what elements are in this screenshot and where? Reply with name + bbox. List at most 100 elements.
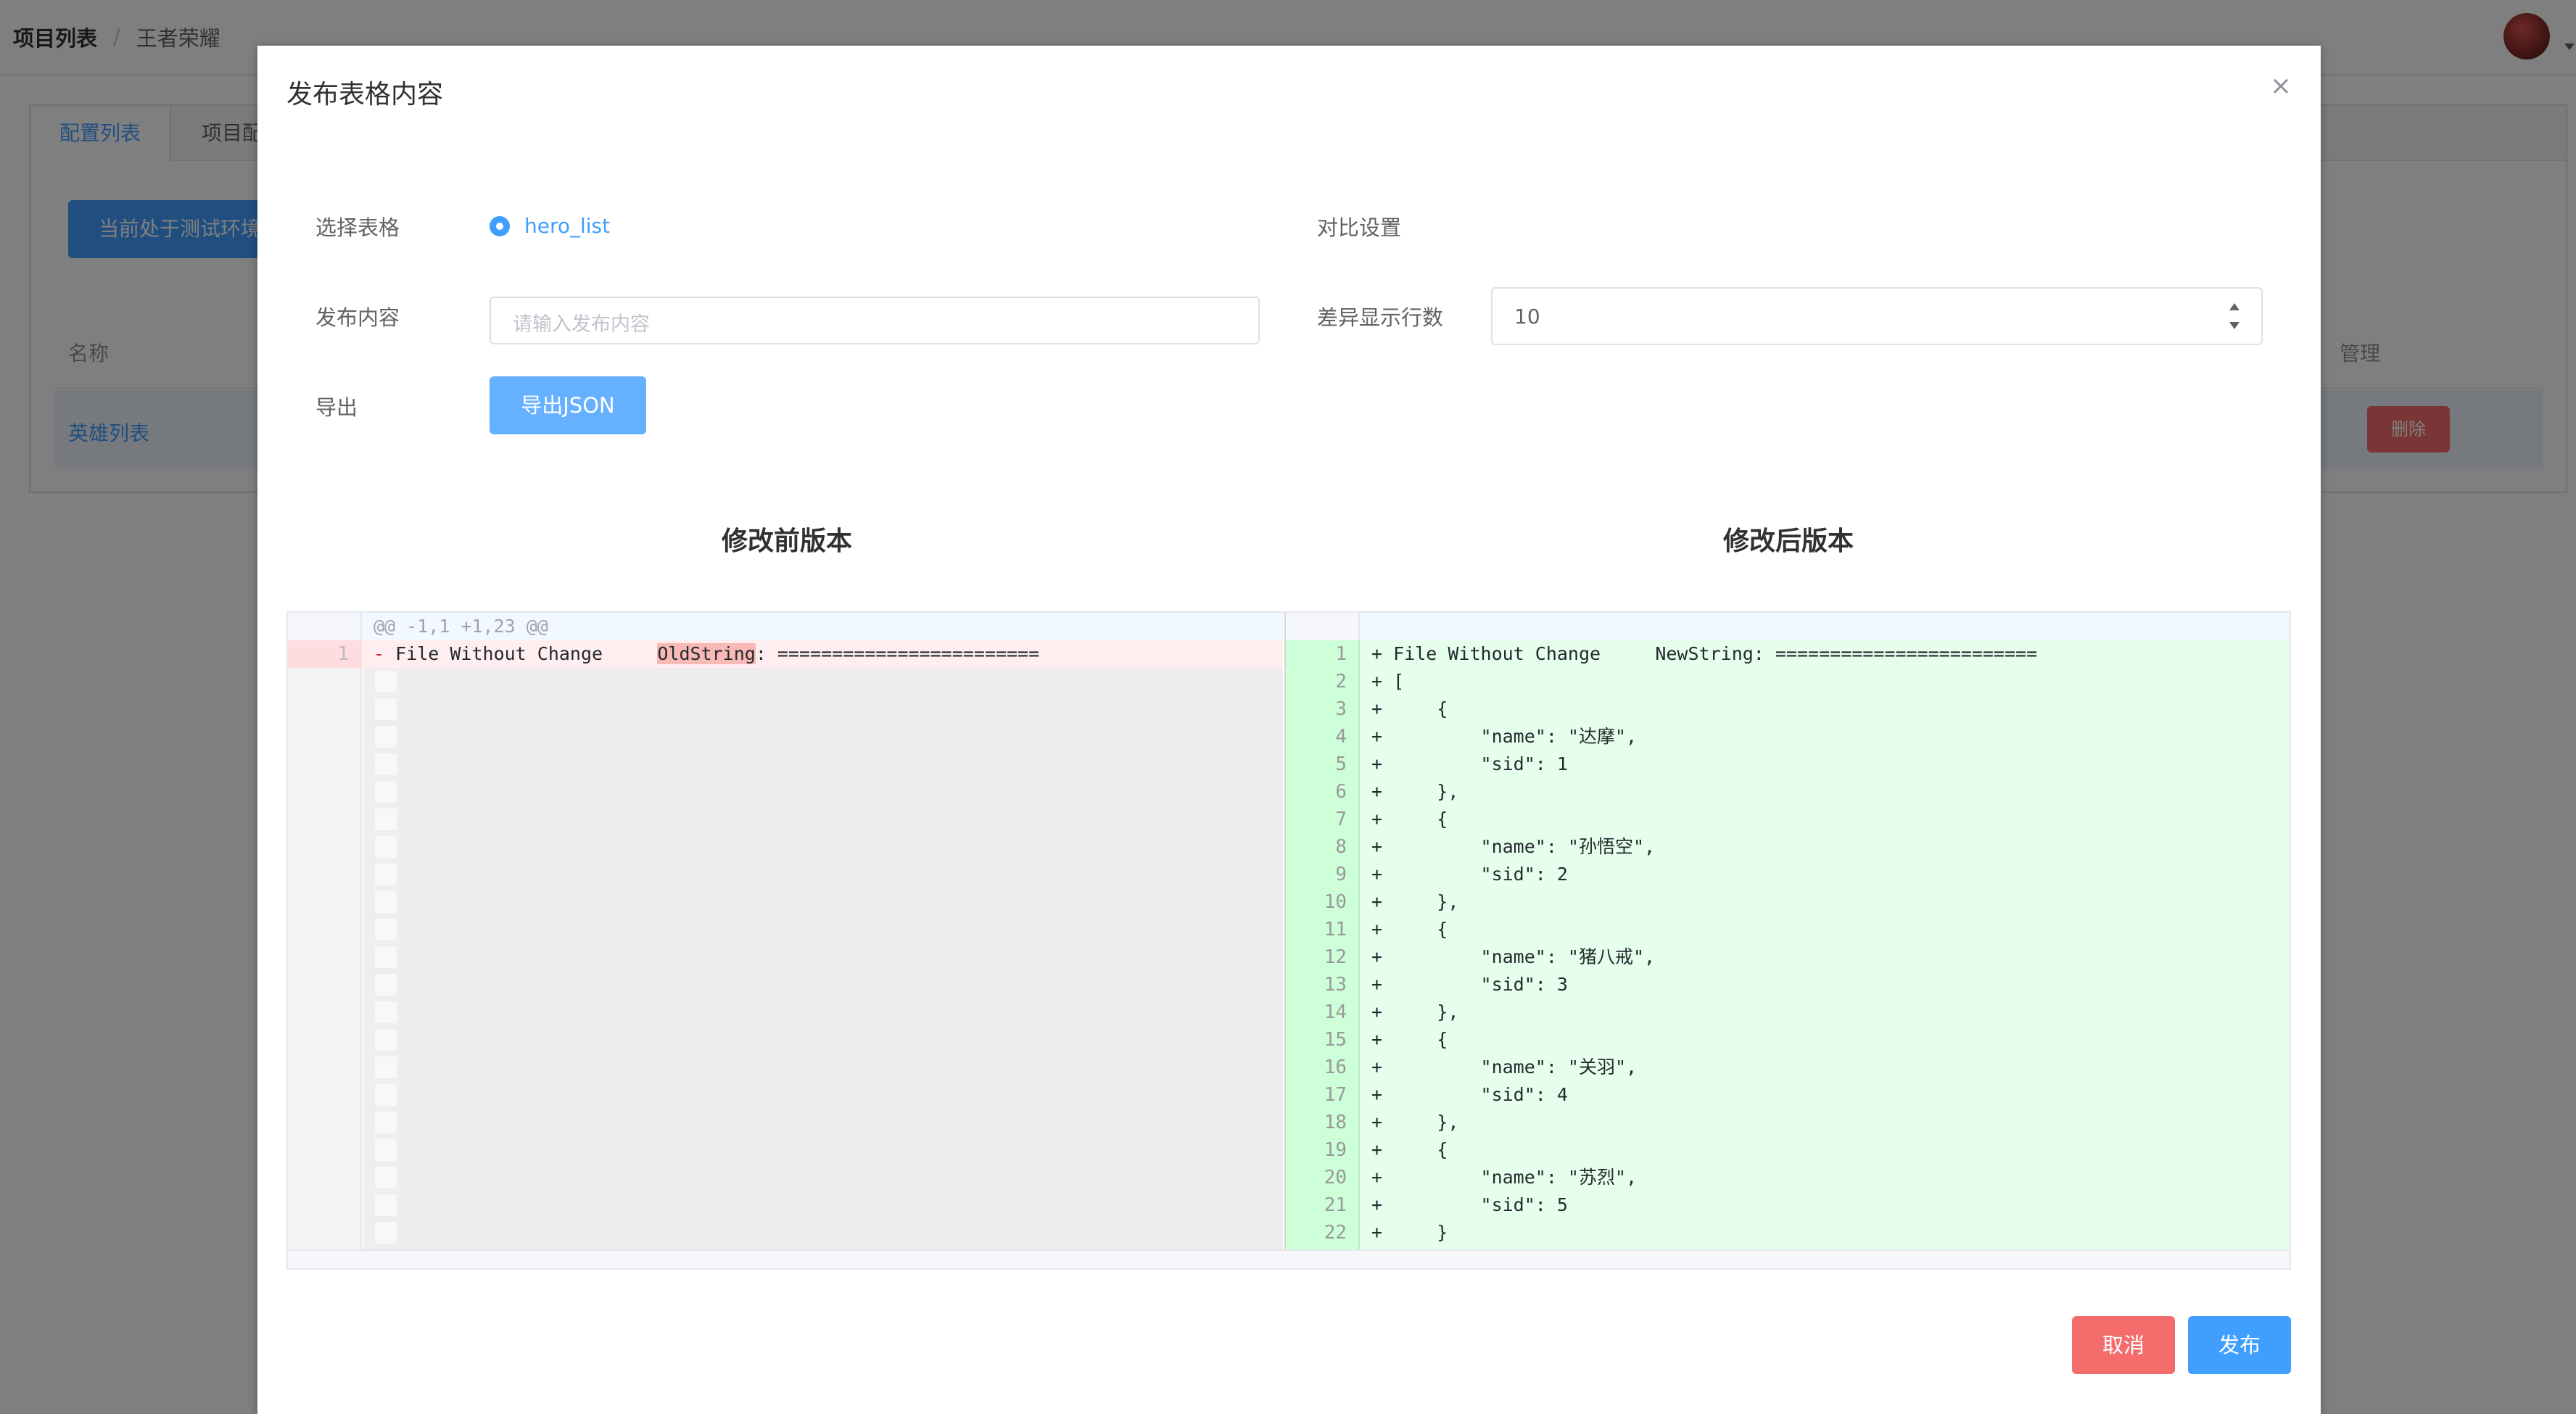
added-line: 8 + "name": "孙悟空", — [1286, 833, 2290, 861]
added-line-code: + "name": "孙悟空", — [1371, 836, 1656, 857]
added-line: 9 + "sid": 2 — [1286, 861, 2290, 888]
select-table-label: 选择表格 — [315, 215, 400, 240]
added-line-code: + "name": "达摩", — [1371, 726, 1638, 747]
removed-line: 1 - File Without Change OldString: =====… — [288, 640, 1283, 668]
after-version-heading: 修改后版本 — [1723, 526, 1854, 556]
added-line-code: + }, — [1371, 1001, 1459, 1022]
added-line-code: + "name": "关羽", — [1371, 1057, 1638, 1078]
line-number: 13 — [1324, 974, 1347, 996]
added-line-code: + { — [1371, 1029, 1448, 1050]
line-number: 7 — [1335, 809, 1347, 830]
line-number: 9 — [1335, 864, 1347, 885]
empty-line-placeholder — [375, 1084, 397, 1106]
empty-line-placeholder — [375, 1167, 397, 1188]
diff-lines-label: 差异显示行数 — [1317, 305, 1444, 330]
added-line: 22 + } — [1286, 1219, 2290, 1246]
line-number: 15 — [1324, 1029, 1347, 1051]
empty-line-placeholder — [375, 974, 397, 996]
added-line: 4 + "name": "达摩", — [1286, 723, 2290, 751]
publish-dialog: 发布表格内容 × 选择表格 hero_list 发布内容 导出 导出JSON 对… — [257, 46, 2321, 1414]
radio-label[interactable]: hero_list — [524, 214, 610, 238]
added-line: 7 + { — [1286, 806, 2290, 833]
diff-lines-value[interactable]: 10 — [1514, 305, 1540, 328]
added-line-code: + [ — [1371, 671, 1405, 692]
export-json-button[interactable]: 导出JSON — [490, 376, 646, 434]
added-line: 3 + { — [1286, 695, 2290, 723]
diff-pane-after: 1 + File Without Change NewString: ======… — [1284, 613, 2290, 1268]
publish-content-input[interactable] — [490, 297, 1260, 344]
empty-line-placeholder — [375, 1139, 397, 1161]
compare-settings-label: 对比设置 — [1317, 215, 1402, 240]
cancel-button[interactable]: 取消 — [2072, 1316, 2175, 1374]
removed-highlight: OldString — [657, 643, 756, 664]
before-version-heading: 修改前版本 — [722, 526, 853, 556]
added-line-code: + }, — [1371, 1112, 1459, 1133]
added-line-code: + "sid": 5 — [1371, 1194, 1568, 1215]
close-icon[interactable]: × — [2266, 72, 2295, 101]
diff-viewer[interactable]: @@ -1,1 +1,23 @@ 1 - File Without Change… — [286, 611, 2291, 1270]
added-line-code: + { — [1371, 1139, 1448, 1160]
added-line: 1 + File Without Change NewString: ======… — [1286, 640, 2290, 668]
stepper-down-icon[interactable] — [2229, 322, 2239, 329]
line-number: 18 — [1324, 1112, 1347, 1133]
added-line-code: + { — [1371, 809, 1448, 830]
added-line: 15 + { — [1286, 1026, 2290, 1054]
empty-line-placeholder — [375, 919, 397, 940]
empty-line-placeholder — [375, 836, 397, 858]
empty-line-placeholder — [375, 726, 397, 748]
empty-line-placeholder — [375, 1194, 397, 1216]
added-line: 20 + "name": "苏烈", — [1286, 1164, 2290, 1191]
empty-line-placeholder — [375, 1057, 397, 1078]
stepper-icon[interactable] — [2226, 303, 2242, 329]
line-number: 20 — [1324, 1167, 1347, 1188]
added-line: 13 + "sid": 3 — [1286, 971, 2290, 999]
added-line-code: + }, — [1371, 891, 1459, 912]
removed-prefix: - — [373, 643, 396, 664]
added-line-code: + { — [1371, 919, 1448, 940]
added-lines: 1 + File Without Change NewString: ======… — [1286, 640, 2290, 1268]
line-number: 4 — [1335, 726, 1347, 748]
empty-line-placeholder — [375, 809, 397, 830]
hunk-header-row: @@ -1,1 +1,23 @@ — [288, 613, 1283, 640]
horizontal-scrollbar[interactable] — [288, 1249, 2290, 1268]
removed-text: File Without Change — [395, 643, 658, 664]
line-number: 11 — [1324, 919, 1347, 940]
added-line: 12 + "name": "猪八戒", — [1286, 943, 2290, 971]
empty-line-placeholder — [375, 864, 397, 885]
added-line-code: + "name": "苏烈", — [1371, 1167, 1638, 1188]
stepper-up-icon[interactable] — [2229, 303, 2239, 310]
line-number: 10 — [1324, 891, 1347, 913]
empty-line-placeholder — [375, 753, 397, 775]
empty-line-placeholder — [375, 1001, 397, 1023]
table-radio-hero-list[interactable]: hero_list — [490, 214, 610, 238]
added-line: 21 + "sid": 5 — [1286, 1191, 2290, 1219]
added-line: 17 + "sid": 4 — [1286, 1081, 2290, 1109]
line-number: 22 — [1324, 1222, 1347, 1244]
line-number: 21 — [1324, 1194, 1347, 1216]
added-line-code: + "sid": 4 — [1371, 1084, 1568, 1105]
added-line: 16 + "name": "关羽", — [1286, 1054, 2290, 1081]
line-number: 19 — [1324, 1139, 1347, 1161]
added-line-code: + "name": "猪八戒", — [1371, 946, 1656, 967]
before-empty-area — [363, 640, 1283, 1249]
publish-button[interactable]: 发布 — [2188, 1316, 2291, 1374]
hunk-gutter — [288, 613, 362, 640]
line-number: 5 — [1335, 753, 1347, 775]
line-number-gutter — [288, 640, 362, 1249]
added-line: 2 + [ — [1286, 668, 2290, 695]
line-number: 3 — [1335, 698, 1347, 720]
removed-line-code: - File Without Change OldString: =======… — [373, 640, 1039, 668]
radio-checked-icon[interactable] — [490, 215, 510, 236]
line-number: 12 — [1324, 946, 1347, 968]
added-line-code: + { — [1371, 698, 1448, 719]
added-line-code: + } — [1371, 1222, 1448, 1243]
added-line: 18 + }, — [1286, 1109, 2290, 1136]
line-number: 1 — [1335, 643, 1347, 665]
added-line-code: + "sid": 3 — [1371, 974, 1568, 995]
publish-content-label: 发布内容 — [315, 305, 400, 330]
hunk-header: @@ -1,1 +1,23 @@ — [373, 616, 548, 637]
added-line-code: + File Without Change NewString: =======… — [1371, 643, 2038, 664]
added-line: 14 + }, — [1286, 999, 2290, 1026]
added-line-code: + }, — [1371, 781, 1459, 802]
diff-lines-input[interactable]: 10 — [1491, 287, 2263, 345]
